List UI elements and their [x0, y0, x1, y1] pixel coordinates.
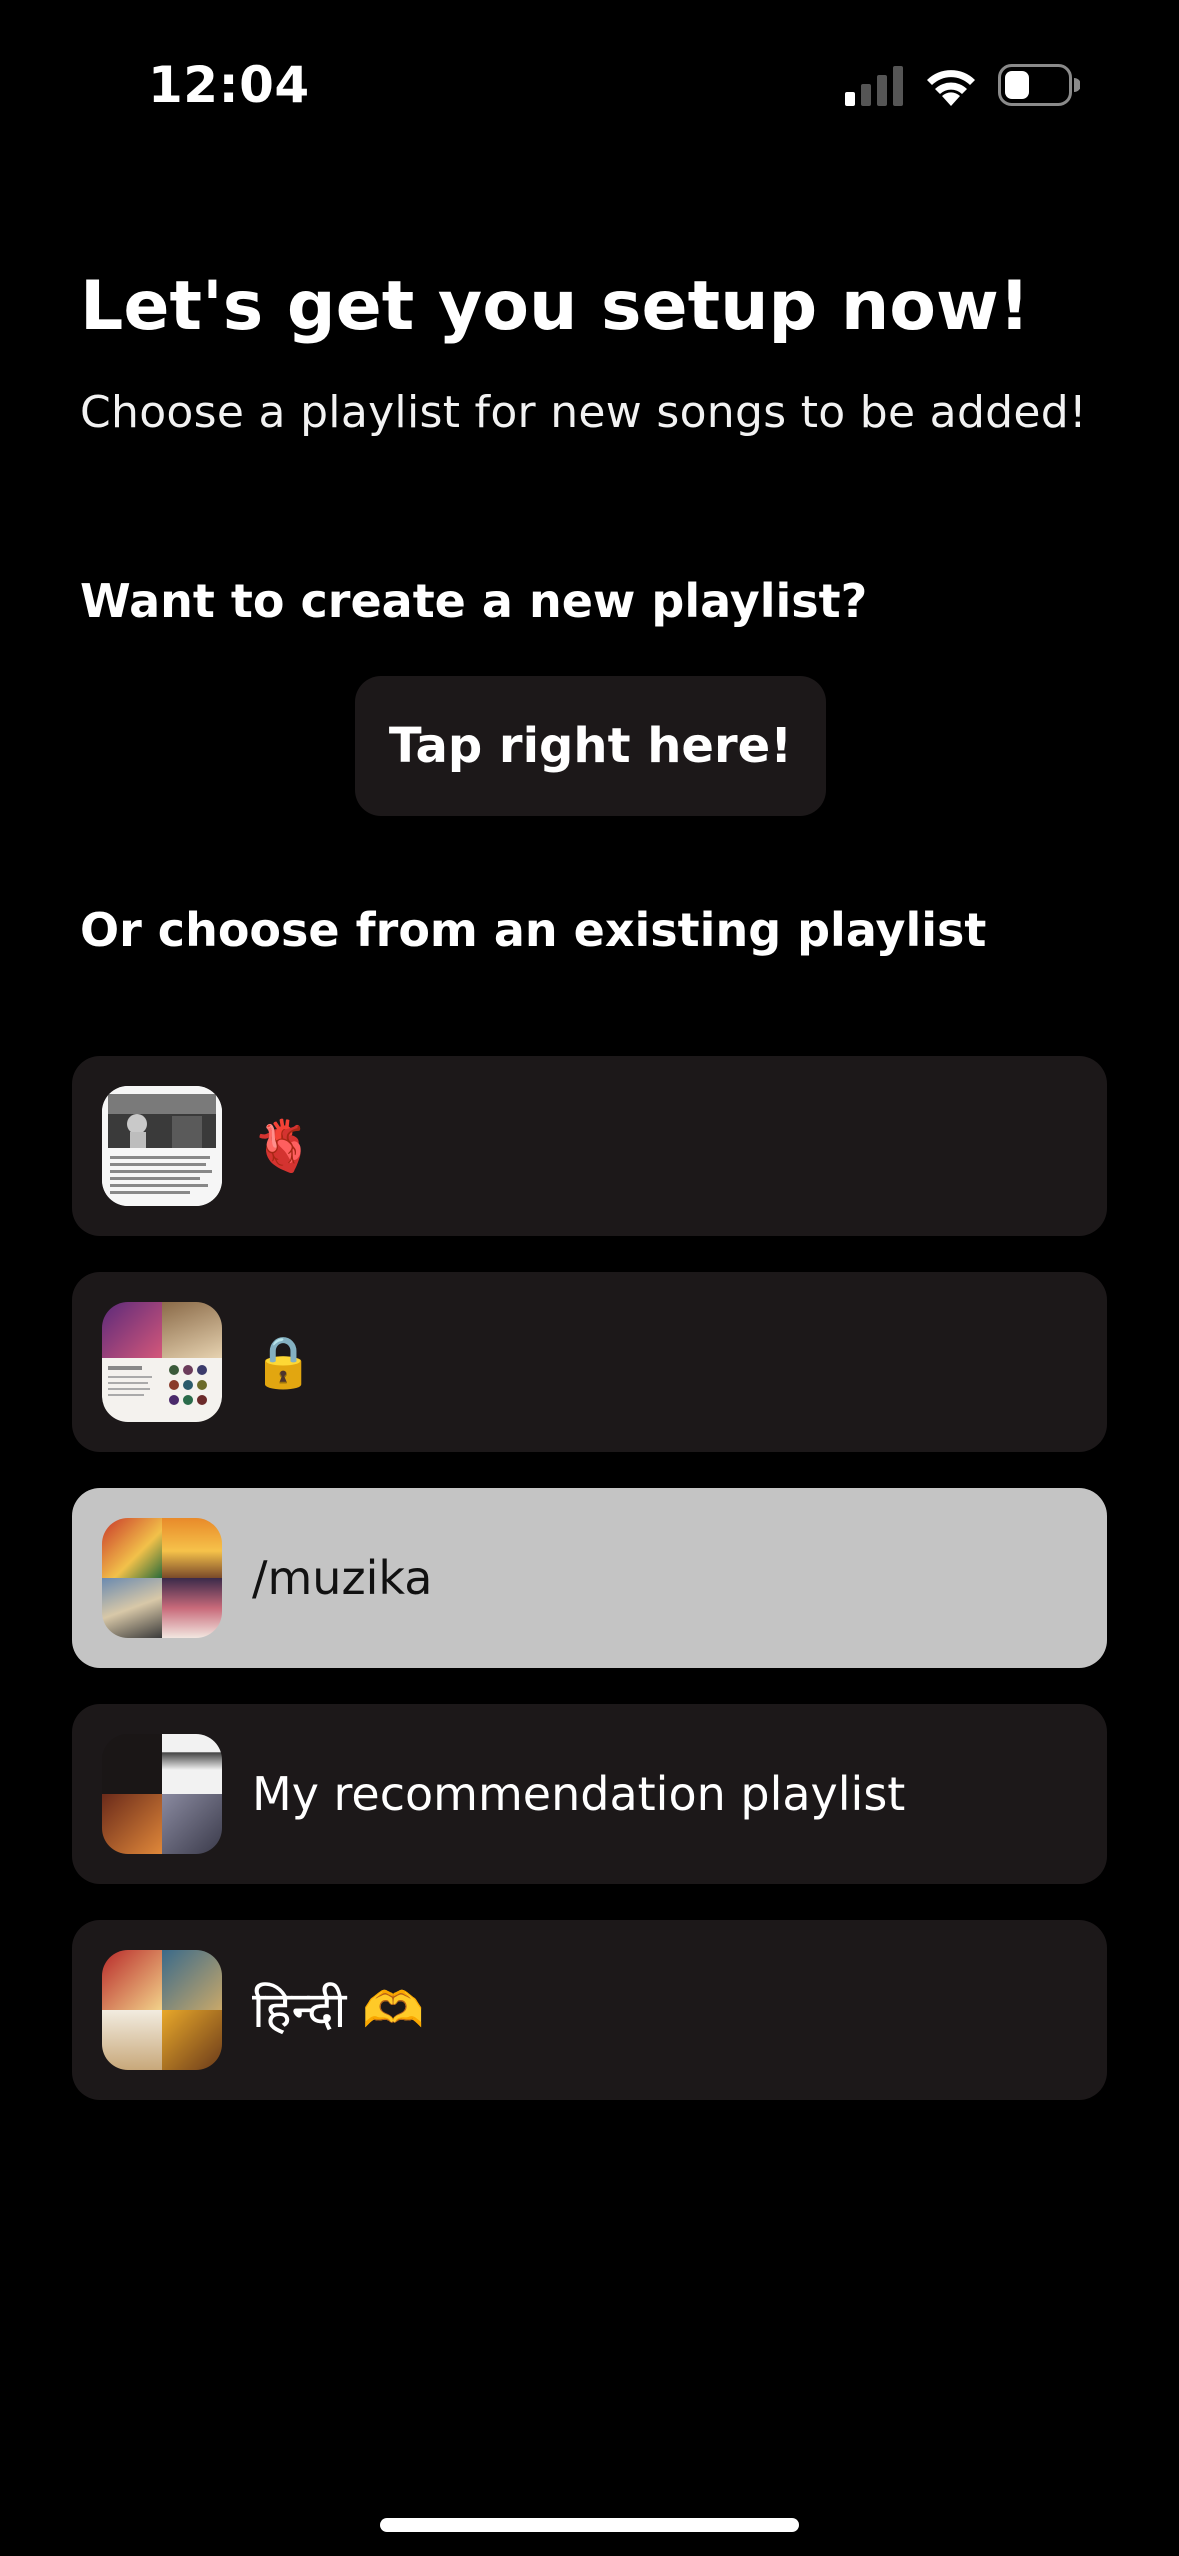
battery-icon	[998, 64, 1080, 106]
playlist-cover	[102, 1734, 222, 1854]
playlist-cover-image	[102, 1086, 222, 1206]
playlist-name: My recommendation playlist	[252, 1767, 906, 1821]
playlist-item-selected[interactable]: /muzika	[72, 1488, 1107, 1668]
wifi-icon	[927, 70, 975, 106]
playlist-item[interactable]: 🫀	[72, 1056, 1107, 1236]
playlist-name: हिन्दी 🫶	[252, 1981, 425, 2039]
create-playlist-button[interactable]: Tap right here!	[355, 676, 826, 816]
create-playlist-heading: Want to create a new playlist?	[80, 574, 868, 628]
status-bar: 12:04	[0, 0, 1179, 150]
playlist-cover	[102, 1086, 222, 1206]
playlist-item[interactable]: हिन्दी 🫶	[72, 1920, 1107, 2100]
page-title: Let's get you setup now!	[80, 267, 1030, 346]
playlist-name: 🔒	[252, 1333, 315, 1391]
playlist-item[interactable]: My recommendation playlist	[72, 1704, 1107, 1884]
cellular-signal-icon	[845, 66, 903, 106]
playlist-list: 🫀 🔒 /muzika My recommendation playlist ह…	[72, 1056, 1107, 2136]
playlist-cover	[102, 1302, 222, 1422]
playlist-name: /muzika	[252, 1551, 433, 1605]
playlist-cover	[102, 1950, 222, 2070]
page-subtitle: Choose a playlist for new songs to be ad…	[80, 387, 1087, 438]
home-indicator[interactable]	[380, 2518, 799, 2532]
existing-playlists-heading: Or choose from an existing playlist	[80, 903, 987, 957]
status-time: 12:04	[148, 56, 310, 114]
playlist-name: 🫀	[252, 1117, 315, 1175]
playlist-item[interactable]: 🔒	[72, 1272, 1107, 1452]
playlist-cover	[102, 1518, 222, 1638]
